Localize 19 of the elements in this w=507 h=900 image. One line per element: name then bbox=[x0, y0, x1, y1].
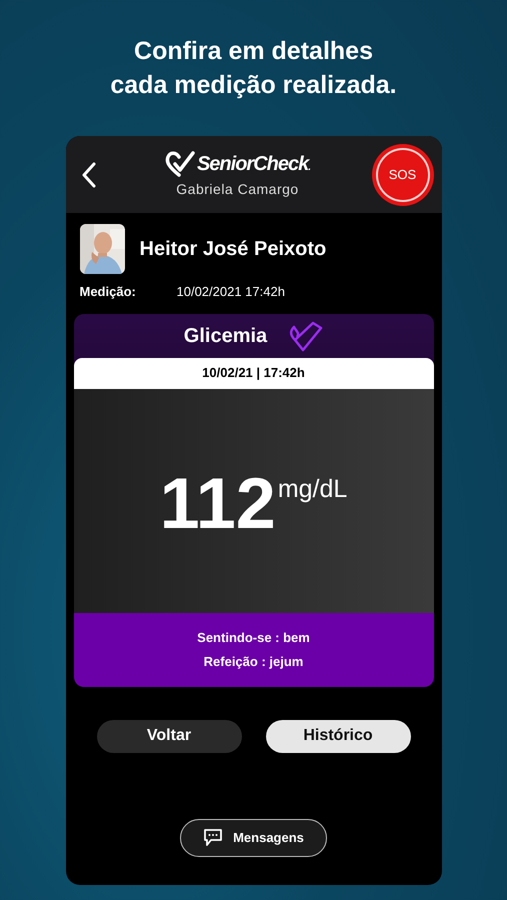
note-text: Sentindo-se : bem bbox=[197, 629, 310, 647]
note-text: Refeição : jejum bbox=[204, 652, 304, 671]
app-logo: SeniorCheck. bbox=[196, 152, 310, 177]
chat-icon bbox=[203, 828, 224, 847]
glucose-value: 112 bbox=[160, 468, 276, 540]
messages-button[interactable]: Mensagens bbox=[180, 818, 327, 856]
glucometer-icon bbox=[287, 320, 324, 352]
card-title: Glicemia bbox=[184, 324, 268, 348]
date-bar: 10/02/21 | 17:42h bbox=[74, 358, 434, 388]
patient-name: Heitor José Peixoto bbox=[140, 237, 326, 262]
back-icon bbox=[82, 162, 96, 188]
action-button[interactable]: Voltar bbox=[96, 720, 242, 752]
headline: Confira em detalhes cada medição realizada. bbox=[110, 36, 397, 101]
measurement-label: Medição: bbox=[80, 283, 137, 301]
caregiver-name: Gabriela Camargo bbox=[176, 180, 299, 199]
measurement-date: 10/02/2021 17:42h bbox=[176, 283, 285, 301]
heart-check-icon bbox=[164, 151, 195, 177]
glucose-unit: mg/dL bbox=[278, 474, 348, 504]
action-button[interactable]: Histórico bbox=[266, 720, 410, 752]
